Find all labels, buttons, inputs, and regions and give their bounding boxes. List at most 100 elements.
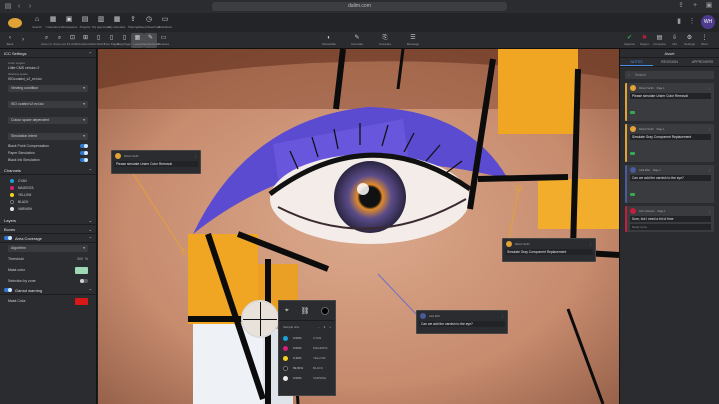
tab-notes[interactable]: NOTES [620,58,653,66]
cart-icon[interactable]: ▮ [675,18,683,26]
minus-icon[interactable]: − [318,325,320,329]
chevron-up-icon: ⌃ [88,167,92,173]
comment-card[interactable]: Robert Smith Page 1 ⋮ Simulate Gray Compone… [625,124,714,162]
toolbar-item-my-schedule[interactable]: ▦ My schedule [109,14,126,32]
viewing-condition-select[interactable]: Viewing condition ▾ [8,85,88,92]
toolbar-item-search[interactable]: ⌂ Search [29,14,45,32]
loupe-view[interactable] [241,300,279,338]
tab-approvers[interactable]: APPROVERS [686,58,719,66]
more-icon[interactable]: ⋮ [709,87,712,90]
approval-tool-approve[interactable]: ✔ Approve [623,33,636,48]
viewer-tool-prev-pages[interactable]: ▯ Prev Pages [104,33,120,48]
viewer-tool-zoom-in[interactable]: ⌕ Zoom in [40,33,53,48]
area-coverage-header[interactable]: Area Coverage ⌃ [0,234,96,243]
canvas-comment-2[interactable]: Robert Smith ⋮ Simulate Gray Component Re… [502,238,596,262]
densi-reading-row: 0.00% MAGENTA [279,343,335,353]
user-avatar[interactable]: WH [701,15,715,29]
notifications-icon[interactable]: ⋮ [688,18,696,26]
viewer-tool-actual-size[interactable]: ⊞ Actual size [78,33,93,48]
toolbar-item-my-approvals[interactable]: ▥ My approvals [92,14,110,32]
share-icon[interactable]: ⇪ [677,2,685,10]
layers-header[interactable]: Layers ⌄ [0,216,96,225]
back-arrow-icon[interactable]: ‹ [15,3,23,11]
approval-tool-info[interactable]: ⇩ Info [668,33,681,48]
viewer-tool-pag-pages[interactable]: ▯ Pag Pages [117,33,132,48]
back-button[interactable]: ‹ Back [2,33,18,48]
channel-row[interactable]: MAGENTA [0,184,96,191]
toolbar-item-workspaces[interactable]: ▣ Workspaces [61,14,77,32]
notes-search-input[interactable]: ⌕ Search [625,71,714,79]
toolbar-item-workflows[interactable]: ▭ Workflows [157,14,173,32]
canvas-comment-3[interactable]: Julia Wild ⋮ Can we add the varnish to th… [416,310,508,334]
sample-size-value[interactable]: 1 [324,325,326,329]
more-icon[interactable]: ⋮ [195,155,198,158]
mask-color-swatch[interactable] [75,266,88,274]
sidebar-icon[interactable]: ▤ [4,3,12,11]
dalim-logo[interactable] [4,15,26,30]
viewer-tool-measure[interactable]: ▭ Measure [157,33,170,48]
icc-profile-select[interactable]: ISO coated v2 eci.icc ▾ [8,101,88,108]
toolbar-item-saved-searches[interactable]: ◷ Saved Searches [138,14,160,32]
paper-sim-toggle[interactable] [80,150,88,155]
color-space-select[interactable]: Colour space dependent ▾ [8,117,88,124]
image-canvas[interactable]: Robert Smith ⋮ Please simulate Under Colo… [98,49,619,404]
channel-row[interactable]: BLACK [0,198,96,205]
toolbar-item-projects[interactable]: ▤ Projects [77,14,93,32]
more-icon[interactable]: ⋮ [590,243,593,246]
area-coverage-toggle[interactable] [4,236,12,240]
icc-settings-header[interactable]: ICC Settings ⌃ [0,49,96,58]
viewer-tool-densitometer[interactable]: ✎ Densitometer [142,32,159,48]
comment-card[interactable]: Robert Smith Page 1 ⋮ Please simulate Under… [625,83,714,121]
selection-zone-toggle[interactable] [80,279,88,283]
viewer-tools: ⌕ Zoom in ⌕ Zoom out ⊡ Fit width ⊞ Actual size ▯… [40,32,170,48]
toolbar-icon: ▦ [113,16,121,23]
algorithm-select[interactable]: Algorithm ▾ [8,245,88,252]
approval-tool-reject[interactable]: ✖ Reject [638,33,651,48]
viewer-tool-fit-width[interactable]: ⊡ Fit width [66,33,79,48]
tool-icon: ✎ [147,34,154,41]
approval-tool-settings[interactable]: ⚙ Settings [683,33,696,48]
center-tool-annotate[interactable]: ✎ Annotate [346,33,368,48]
rendering-intent-select[interactable]: Simulation intent ▾ [8,133,88,140]
plus-icon[interactable]: + [329,325,331,329]
forward-icon: › [22,36,24,43]
gamut-warning-toggle[interactable] [4,288,12,292]
channel-row[interactable]: VARNISH [0,205,96,212]
tab-revision[interactable]: REVISION [653,58,686,66]
canvas-comment-1[interactable]: Robert Smith ⋮ Please simulate Under Colo… [111,150,201,174]
black-point-toggle[interactable] [80,143,88,148]
reply-input[interactable]: Reply here... [630,224,711,230]
viewer-tool-zoom-out[interactable]: ⌕ Zoom out [53,33,66,48]
mask-color2-swatch[interactable] [75,297,88,305]
channel-row[interactable]: YELLOW [0,191,96,198]
center-tool-show-hide[interactable]: ◐ Show/hide [318,33,340,48]
boxes-header[interactable]: Boxes ⌄ [0,225,96,234]
tool-icon: ⋮ [701,35,708,41]
toolbar-item-collections[interactable]: ▦ Collections [45,14,61,32]
approval-tool-more[interactable]: ⋮ More [698,33,711,48]
forward-arrow-icon[interactable]: › [26,3,34,11]
ink-percent: 0.00% [293,376,302,380]
pin-icon[interactable]: ⌖ [285,307,289,315]
tabs-icon[interactable]: ▣ [705,2,713,10]
channel-row[interactable]: CYAN [0,177,96,184]
more-icon[interactable]: ⋮ [502,315,505,318]
link-icon[interactable]: ⛓ [301,307,310,315]
gamut-warning-header[interactable]: Gamut warning ⌃ [0,286,96,295]
url-bar[interactable]: dalim.com [212,2,507,11]
comment-card[interactable]: John Johnson Page 1 ⋮ Sure, but I need a bi… [625,206,714,232]
black-ink-toggle[interactable] [80,157,88,162]
more-icon[interactable]: ⋮ [709,128,712,131]
comment-author: Robert Smith [639,86,654,90]
forward-button[interactable]: › [18,33,28,48]
new-tab-icon[interactable]: + [691,2,699,10]
sample-color-icon[interactable] [321,306,330,315]
threshold-value[interactable]: 300 [77,257,83,261]
channels-header[interactable]: Channels ⌃ [0,166,96,175]
center-tool-compare[interactable]: ⎘ Compare [374,33,396,48]
more-icon[interactable]: ⋮ [709,169,712,172]
center-tool-message[interactable]: ☰ Message [402,33,424,48]
comment-card[interactable]: Julia Wild Page 1 ⋮ Can we add the varnish … [625,165,714,203]
more-icon[interactable]: ⋮ [709,210,712,213]
approval-tool-compare[interactable]: ▤ Compare [653,33,666,48]
